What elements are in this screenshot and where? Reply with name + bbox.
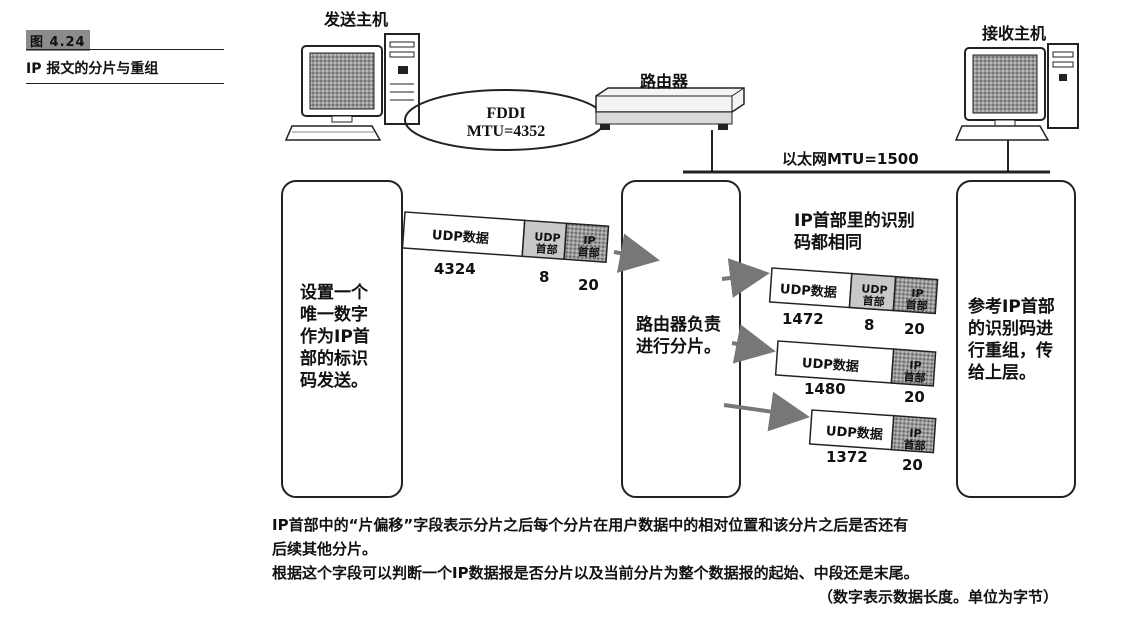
original-ip-header-label: IP 首部 — [569, 234, 609, 261]
sender-box-line: 作为IP首 — [300, 327, 370, 347]
udp-header-line: 首部 — [535, 242, 559, 257]
ip-fragmentation-diagram: 图 4.24 IP 报文的分片与重组 发送主机 接收主机 路由器 FDDI MT… — [0, 0, 1130, 636]
footer-line-1: IP首部中的“片偏移”字段表示分片之后每个分片在用户数据中的相对位置和该分片之后… — [272, 516, 909, 534]
fragment-1-udp-header-label: UDP 首部 — [853, 282, 895, 310]
router-box-line: 路由器负责 — [636, 315, 721, 335]
fragment-3-data-label: UDP数据 — [825, 424, 884, 443]
identification-note: IP首部里的识别 码都相同 — [794, 210, 915, 254]
original-udp-length: 8 — [539, 268, 550, 286]
sender-box-text: 设置一个 唯一数字 作为IP首 部的标识 码发送。 — [300, 282, 370, 392]
fragment-1-ip-length: 20 — [904, 320, 925, 338]
receiver-host-label: 接收主机 — [982, 24, 1047, 43]
router-box-line: 进行分片。 — [636, 337, 721, 357]
receiver-box-line: 的识别码进 — [968, 319, 1053, 339]
original-data-length: 4324 — [434, 260, 476, 278]
router-box-text: 路由器负责 进行分片。 — [636, 314, 721, 358]
fragment-3-ip-length: 20 — [902, 456, 923, 474]
original-udp-header-label: UDP 首部 — [527, 230, 567, 258]
fddi-name: FDDI — [486, 105, 526, 122]
sender-computer-icon — [284, 33, 420, 141]
receiver-box-text: 参考IP首部 的识别码进 行重组，传 给上层。 — [968, 296, 1055, 384]
note-line: IP首部里的识别 — [794, 211, 915, 231]
fragment-1-data-label: UDP数据 — [779, 282, 838, 301]
note-line: 码都相同 — [794, 233, 862, 253]
fragment-2-ip-length: 20 — [904, 388, 925, 406]
receiver-box-line: 参考IP首部 — [968, 297, 1055, 317]
network-graphics — [281, 33, 1079, 498]
router-icon — [595, 87, 745, 130]
sender-box-line: 码发送。 — [300, 371, 368, 391]
sender-host-label: 发送主机 — [324, 10, 389, 29]
fragment-1-ip-header-label: IP 首部 — [897, 287, 937, 314]
receiver-computer-icon — [954, 43, 1079, 141]
fragment-1-data-length: 1472 — [782, 310, 824, 328]
fragment-3-data-length: 1372 — [826, 448, 868, 466]
fragment-1-udp-length: 8 — [864, 316, 875, 334]
receiver-box-line: 行重组，传 — [968, 341, 1053, 361]
fragment-2-data-label: UDP数据 — [801, 356, 860, 375]
fragment-3-ip-header-label: IP 首部 — [895, 427, 935, 454]
ethernet-mtu-label: 以太网MTU=1500 — [782, 150, 919, 168]
fragment-2-ip-header-label: IP 首部 — [895, 359, 935, 386]
fddi-label: FDDI MTU=4352 — [458, 105, 554, 141]
original-data-label: UDP数据 — [431, 228, 490, 247]
ip-header-line: 首部 — [903, 370, 927, 385]
footer-line-2: 后续其他分片。 — [272, 540, 378, 558]
ip-header-line: 首部 — [577, 245, 601, 260]
router-label: 路由器 — [640, 72, 689, 91]
fragment-2-data-length: 1480 — [804, 380, 846, 398]
receiver-box-line: 给上层。 — [968, 363, 1036, 383]
unit-note: （数字表示数据长度。单位为字节） — [818, 588, 1059, 606]
sender-box-line: 部的标识 — [300, 349, 368, 369]
ip-header-line: 首部 — [905, 298, 929, 313]
sender-box-line: 唯一数字 — [300, 305, 368, 325]
sender-box-line: 设置一个 — [300, 283, 368, 303]
footer-line-3: 根据这个字段可以判断一个IP数据报是否分片以及当前分片为整个数据报的起始、中段还… — [272, 564, 919, 582]
ip-header-line: 首部 — [903, 438, 927, 453]
original-ip-length: 20 — [578, 276, 599, 294]
fddi-mtu: MTU=4352 — [466, 123, 546, 140]
